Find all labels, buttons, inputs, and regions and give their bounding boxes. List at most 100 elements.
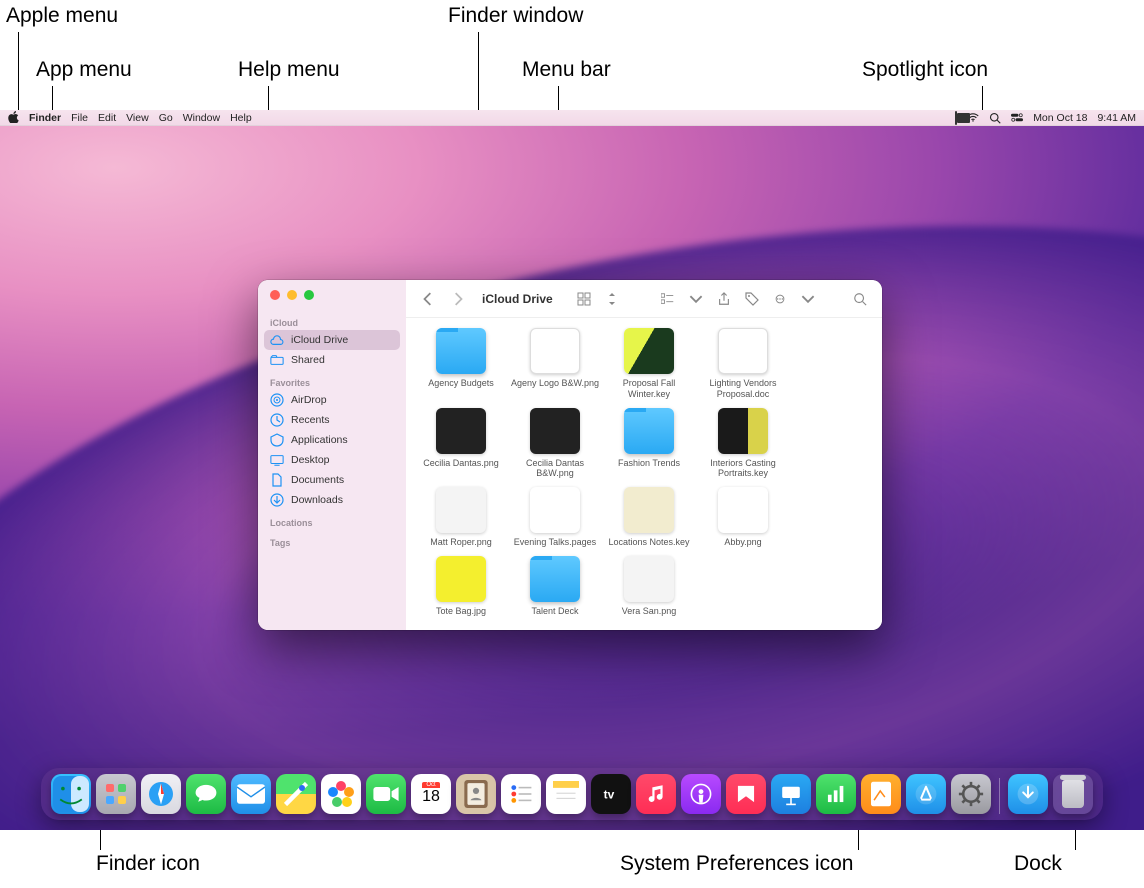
dock-app-keynote[interactable] — [771, 774, 811, 814]
annotation-app-menu: App menu — [36, 58, 132, 82]
sidebar-item-shared[interactable]: Shared — [258, 350, 406, 370]
spotlight-icon[interactable] — [989, 112, 1001, 124]
menubar-time[interactable]: 9:41 AM — [1097, 112, 1136, 124]
dock-app-tv[interactable]: tv — [591, 774, 631, 814]
sidebar-item-documents[interactable]: Documents — [258, 470, 406, 490]
file-item[interactable]: Abby.png — [696, 487, 790, 548]
chevron-down-icon[interactable] — [798, 289, 818, 309]
file-thumbnail — [436, 408, 486, 454]
menu-edit[interactable]: Edit — [98, 112, 116, 124]
sidebar-item-recents[interactable]: Recents — [258, 410, 406, 430]
menu-go[interactable]: Go — [159, 112, 173, 124]
annotation-menu-bar: Menu bar — [522, 58, 611, 82]
dock-app-trash[interactable] — [1053, 774, 1093, 814]
file-item[interactable]: Agency Budgets — [414, 328, 508, 400]
sidebar-item-icloud-drive[interactable]: iCloud Drive — [264, 330, 400, 350]
dock-app-pages[interactable] — [861, 774, 901, 814]
dock-app-contacts[interactable] — [456, 774, 496, 814]
dock-app-finder[interactable] — [51, 774, 91, 814]
window-controls — [258, 290, 406, 310]
dock-app-system-preferences[interactable] — [951, 774, 991, 814]
menu-window[interactable]: Window — [183, 112, 220, 124]
window-close-button[interactable] — [270, 290, 280, 300]
tags-button[interactable] — [742, 289, 762, 309]
sidebar-item-label: Shared — [291, 354, 325, 366]
dock-app-reminders[interactable] — [501, 774, 541, 814]
share-button[interactable] — [714, 289, 734, 309]
file-item[interactable]: Tote Bag.jpg — [414, 556, 508, 617]
dock-app-numbers[interactable] — [816, 774, 856, 814]
file-item[interactable]: Cecilia Dantas B&W.png — [508, 408, 602, 480]
sidebar-item-downloads[interactable]: Downloads — [258, 490, 406, 510]
airdrop-icon — [270, 393, 284, 407]
sidebar-section-label: Favorites — [258, 376, 406, 390]
dock-app-news[interactable] — [726, 774, 766, 814]
actions-button[interactable] — [770, 289, 790, 309]
sidebar-item-label: Applications — [291, 434, 348, 446]
file-label: Tote Bag.jpg — [414, 606, 508, 617]
dock-app-launchpad[interactable] — [96, 774, 136, 814]
view-switch-button[interactable] — [602, 289, 622, 309]
cloud-icon — [270, 333, 284, 347]
sidebar-item-desktop[interactable]: Desktop — [258, 450, 406, 470]
dock-app-facetime[interactable] — [366, 774, 406, 814]
file-label: Locations Notes.key — [602, 537, 696, 548]
finder-file-grid: Agency BudgetsAgeny Logo B&W.pngProposal… — [406, 318, 882, 630]
finder-title: iCloud Drive — [482, 292, 553, 306]
dock-app-messages[interactable] — [186, 774, 226, 814]
battery-status-icon[interactable] — [955, 112, 957, 124]
file-item[interactable]: Fashion Trends — [602, 408, 696, 480]
dock-app-notes[interactable] — [546, 774, 586, 814]
window-minimize-button[interactable] — [287, 290, 297, 300]
file-thumbnail — [530, 408, 580, 454]
file-label: Cecilia Dantas.png — [414, 458, 508, 469]
file-item[interactable]: Vera San.png — [602, 556, 696, 617]
dock-app-maps[interactable] — [276, 774, 316, 814]
menu-help[interactable]: Help — [230, 112, 252, 124]
nav-back-button[interactable] — [418, 289, 438, 309]
sidebar-section-label: Locations — [258, 516, 406, 530]
dock-app-mail[interactable] — [231, 774, 271, 814]
menubar-date[interactable]: Mon Oct 18 — [1033, 112, 1087, 124]
dock-app-photos[interactable] — [321, 774, 361, 814]
file-label: Vera San.png — [602, 606, 696, 617]
dock-app-safari[interactable] — [141, 774, 181, 814]
app-menu[interactable]: Finder — [29, 112, 61, 124]
finder-main: iCloud Drive Agency BudgetsAgeny Logo B&… — [406, 280, 882, 630]
control-center-icon[interactable] — [1011, 112, 1023, 124]
file-item[interactable]: Locations Notes.key — [602, 487, 696, 548]
file-item[interactable]: Matt Roper.png — [414, 487, 508, 548]
view-icons-button[interactable] — [574, 289, 594, 309]
nav-forward-button[interactable] — [448, 289, 468, 309]
file-item[interactable]: Cecilia Dantas.png — [414, 408, 508, 480]
chevron-down-icon[interactable] — [686, 289, 706, 309]
doc-icon — [270, 473, 284, 487]
menu-view[interactable]: View — [126, 112, 149, 124]
dock-app-downloads[interactable] — [1008, 774, 1048, 814]
file-item[interactable]: Ageny Logo B&W.png — [508, 328, 602, 400]
sidebar-item-applications[interactable]: Applications — [258, 430, 406, 450]
file-item[interactable]: Lighting Vendors Proposal.doc — [696, 328, 790, 400]
file-item[interactable]: Evening Talks.pages — [508, 487, 602, 548]
dock-app-podcasts[interactable] — [681, 774, 721, 814]
dock-app-calendar[interactable]: Oct18 — [411, 774, 451, 814]
group-by-button[interactable] — [658, 289, 678, 309]
clock-icon — [270, 413, 284, 427]
dock-separator — [999, 778, 1000, 814]
toolbar-search-button[interactable] — [850, 289, 870, 309]
menu-file[interactable]: File — [71, 112, 88, 124]
apple-menu-icon[interactable] — [8, 111, 19, 125]
file-item[interactable]: Interiors Casting Portraits.key — [696, 408, 790, 480]
window-maximize-button[interactable] — [304, 290, 314, 300]
dock-app-app-store[interactable] — [906, 774, 946, 814]
sidebar-item-label: Documents — [291, 474, 344, 486]
file-label: Agency Budgets — [414, 378, 508, 389]
sidebar-section-label: Tags — [258, 536, 406, 550]
file-label: Evening Talks.pages — [508, 537, 602, 548]
file-item[interactable]: Talent Deck — [508, 556, 602, 617]
file-thumbnail — [624, 487, 674, 533]
annotation-help-menu: Help menu — [238, 58, 340, 82]
dock-app-music[interactable] — [636, 774, 676, 814]
sidebar-item-airdrop[interactable]: AirDrop — [258, 390, 406, 410]
file-item[interactable]: Proposal Fall Winter.key — [602, 328, 696, 400]
